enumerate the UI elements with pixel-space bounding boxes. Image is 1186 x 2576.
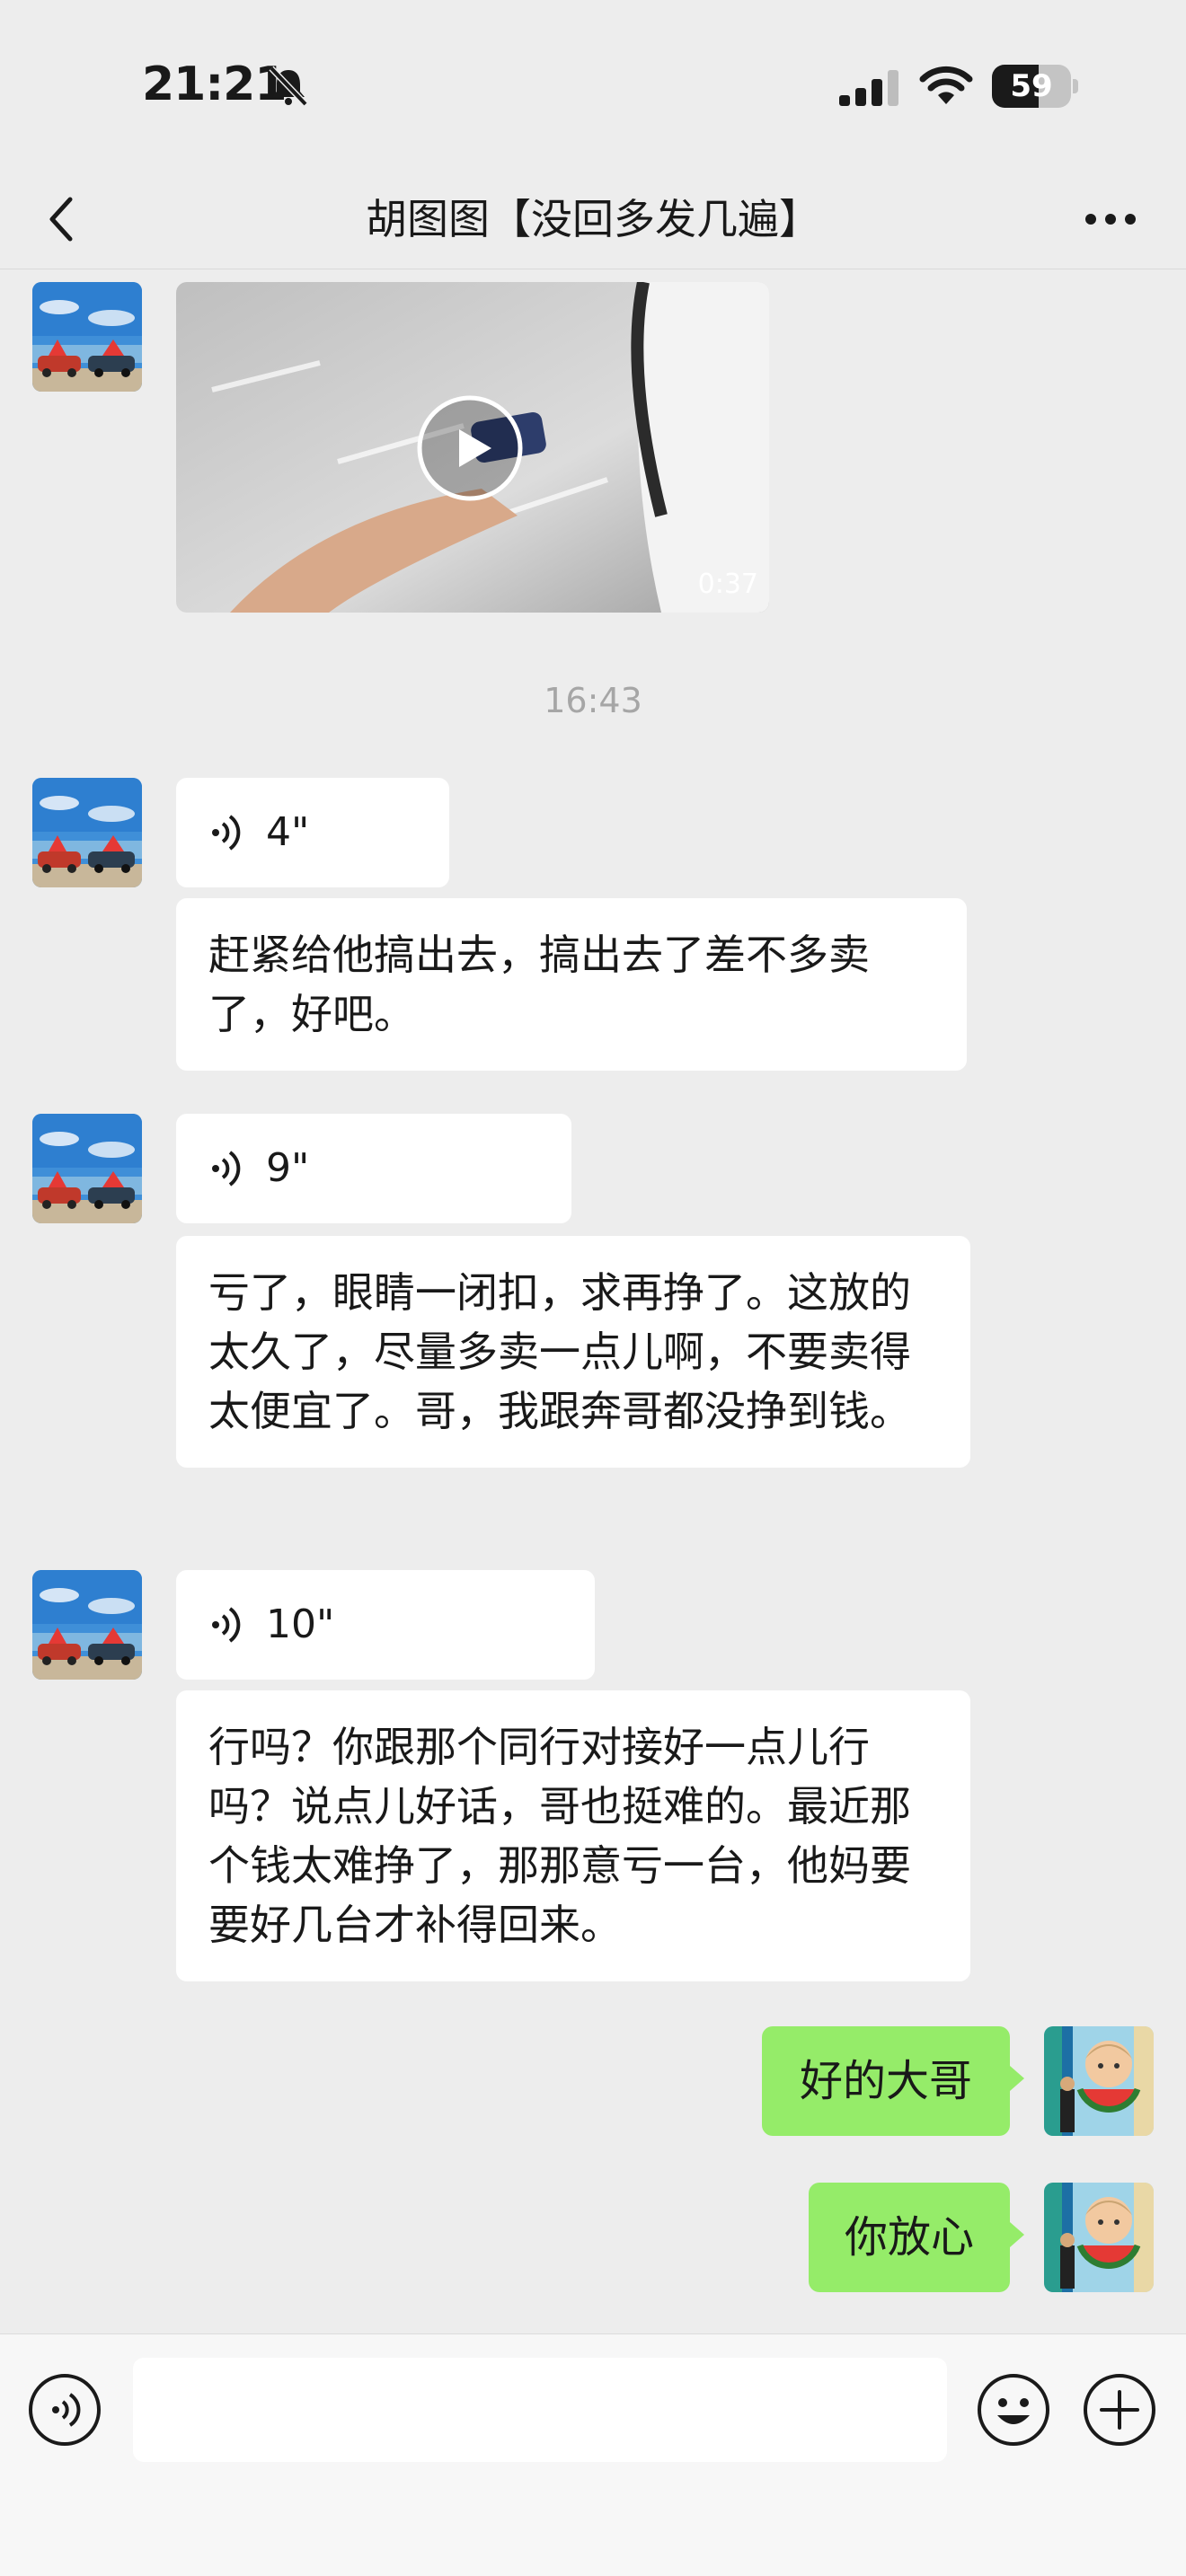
- voice-input-icon[interactable]: [27, 2372, 102, 2448]
- voice-transcript: 亏了，眼睛一闭扣，求再挣了。这放的太久了，尽量多卖一点儿啊，不要卖得太便宜了。哥…: [176, 1236, 970, 1468]
- play-icon[interactable]: [417, 395, 523, 501]
- voice-transcript: 行吗？你跟那个同行对接好一点儿行吗？说点儿好话，哥也挺难的。最近那个钱太难挣了，…: [176, 1690, 970, 1981]
- my-avatar[interactable]: [1044, 2183, 1154, 2292]
- status-bar: 21:21 59: [0, 0, 1186, 171]
- bubble-tail: [1010, 2066, 1024, 2091]
- battery-percent: 59: [1010, 68, 1053, 104]
- back-arrow-icon[interactable]: [36, 190, 93, 248]
- voice-wave-icon: [212, 1151, 241, 1187]
- battery-indicator: 59: [992, 65, 1078, 108]
- video-duration: 0:37: [697, 569, 758, 600]
- voice-message[interactable]: 4": [176, 778, 449, 887]
- plus-icon[interactable]: [1082, 2372, 1157, 2448]
- bubble-tail: [1010, 2222, 1024, 2247]
- more-icon[interactable]: [1078, 190, 1143, 248]
- signal-icon: [839, 70, 898, 106]
- message-timestamp: 16:43: [544, 681, 642, 720]
- message-input[interactable]: [133, 2358, 947, 2462]
- voice-wave-icon: [212, 1607, 241, 1643]
- voice-wave-icon: [212, 815, 241, 851]
- status-time: 21:21: [142, 57, 288, 111]
- contact-avatar[interactable]: [32, 282, 142, 392]
- voice-transcript: 赶紧给他搞出去，搞出去了差不多卖了，好吧。: [176, 898, 967, 1071]
- my-avatar[interactable]: [1044, 2026, 1154, 2136]
- contact-avatar[interactable]: [32, 1114, 142, 1223]
- voice-duration: 10": [266, 1601, 335, 1647]
- voice-message[interactable]: 10": [176, 1570, 595, 1680]
- chat-input-bar: [0, 2333, 1186, 2576]
- contact-avatar[interactable]: [32, 1570, 142, 1680]
- bell-muted-icon: [269, 66, 308, 106]
- video-message[interactable]: 0:37: [176, 282, 769, 613]
- chat-header: 胡图图【没回多发几遍】: [0, 171, 1186, 269]
- voice-duration: 4": [266, 809, 310, 855]
- my-message-bubble[interactable]: 你放心: [809, 2183, 1010, 2292]
- chat-title: 胡图图【没回多发几遍】: [366, 195, 820, 243]
- voice-message[interactable]: 9": [176, 1114, 571, 1223]
- contact-avatar[interactable]: [32, 778, 142, 887]
- my-message-bubble[interactable]: 好的大哥: [762, 2026, 1010, 2136]
- wifi-icon: [919, 66, 973, 104]
- voice-duration: 9": [266, 1145, 310, 1191]
- emoji-icon[interactable]: [976, 2372, 1051, 2448]
